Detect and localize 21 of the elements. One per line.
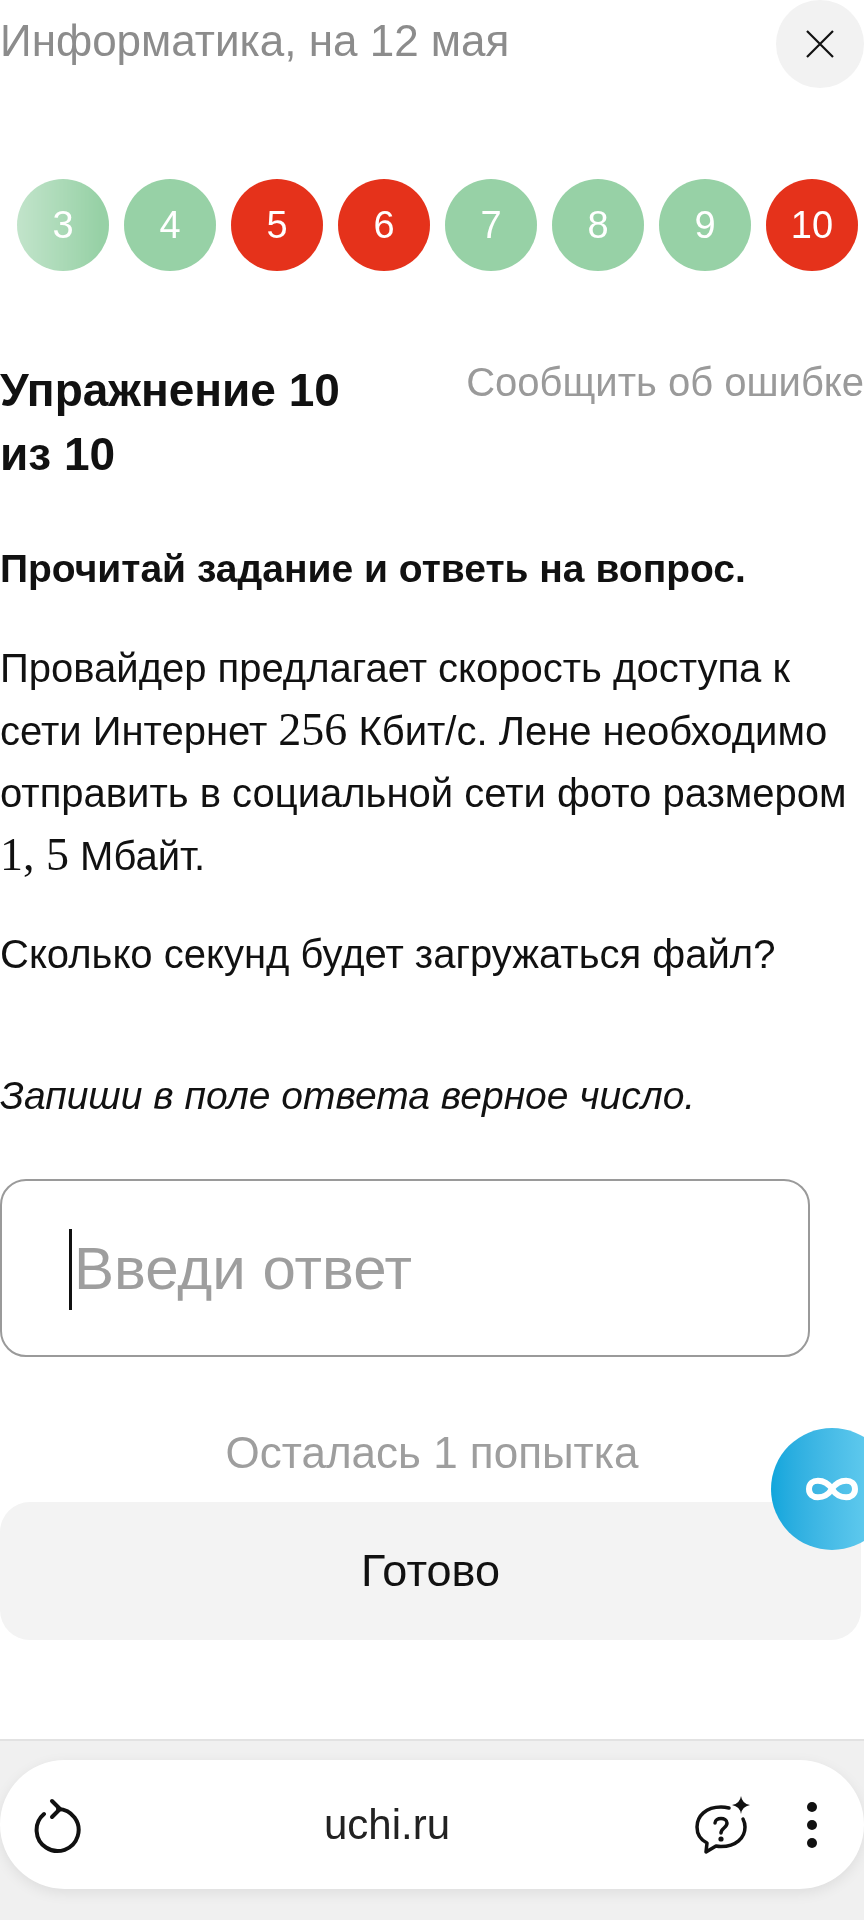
exercise-step[interactable]: 3 (17, 179, 109, 271)
exercise-step[interactable]: 10 (766, 179, 858, 271)
report-error-link[interactable]: Сообщить об ошибке (466, 358, 864, 406)
exercise-step[interactable]: 8 (552, 179, 644, 271)
hint-text: Запиши в поле ответа верное число. (0, 1073, 697, 1119)
exercise-step[interactable]: 4 (124, 179, 216, 271)
problem-text: Провайдер предлагает скорость доступа к сети Интернет 256 Кбит/с. Лене необходимо отправить в социальной сети фото размером 1, 5 Мбайт. (0, 645, 848, 882)
exercise-step[interactable]: 5 (231, 179, 323, 271)
exercise-title: Упражнение 10 из 10 (0, 363, 341, 482)
url-text[interactable]: uchi.ru (83, 1793, 691, 1856)
exercise-step[interactable]: 7 (445, 179, 537, 271)
answer-field[interactable]: Введи ответ (0, 1179, 810, 1357)
more-menu-icon[interactable] (806, 1800, 818, 1849)
exercise-step[interactable]: 6 (338, 179, 430, 271)
exercise-step[interactable]: 9 (659, 179, 751, 271)
submit-button[interactable]: Готово (0, 1502, 861, 1640)
question-text: Сколько секунд будет загружаться файл? (0, 931, 777, 978)
page-title: Информатика, на 12 мая (0, 15, 510, 67)
attempts-left-text: Осталась 1 попытка (224, 1429, 640, 1477)
close-icon (805, 29, 835, 59)
instruction-text: Прочитай задание и ответь на вопрос. (0, 546, 747, 592)
